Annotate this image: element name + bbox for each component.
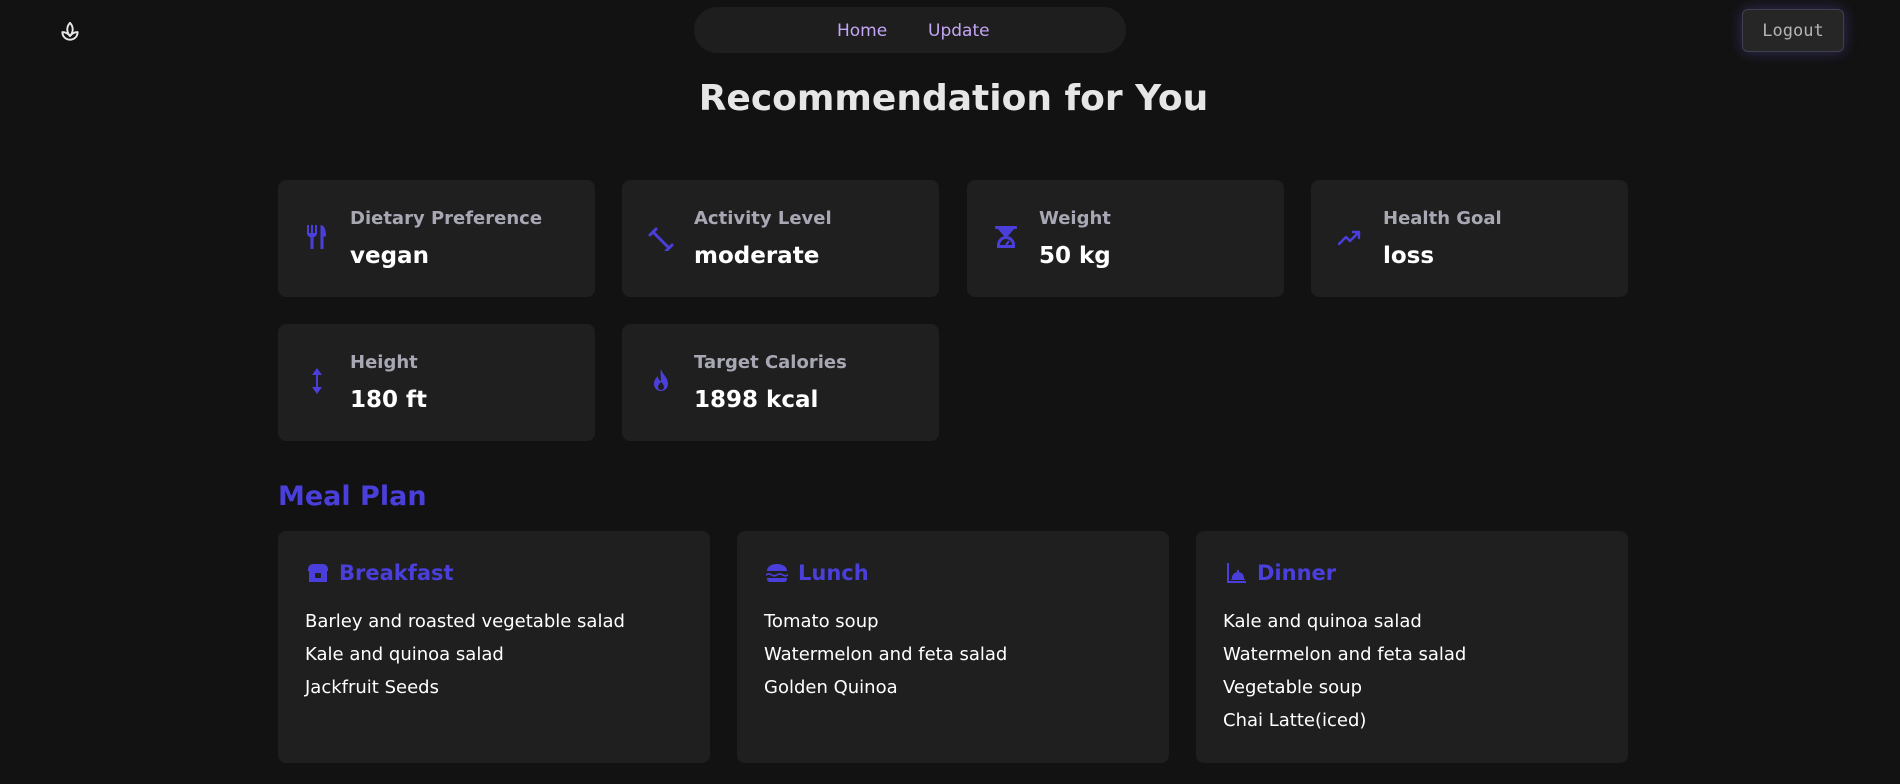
meal-items-list: Barley and roasted vegetable salad Kale … <box>305 605 625 704</box>
plate-icon <box>1227 563 1246 583</box>
flame-icon <box>654 369 668 391</box>
meal-card-header: Breakfast <box>306 560 454 586</box>
vertical-arrows-icon <box>312 368 322 394</box>
utensils-icon <box>307 225 326 249</box>
stat-card-health-goal: Health Goal loss <box>1311 180 1628 297</box>
lotus-icon <box>61 21 79 41</box>
stat-label: Activity Level <box>694 208 832 229</box>
meal-items-list: Tomato soup Watermelon and feta salad Go… <box>764 605 1007 704</box>
stat-value: loss <box>1383 243 1435 269</box>
nav-link-home[interactable]: Home <box>837 21 887 41</box>
meal-item: Tomato soup <box>764 611 879 632</box>
stat-card-activity-level: Activity Level moderate <box>622 180 939 297</box>
stat-value: vegan <box>350 243 429 269</box>
stat-label: Dietary Preference <box>350 208 543 229</box>
stat-value: 180 ft <box>350 387 428 413</box>
meal-item: Chai Latte(iced) <box>1223 710 1367 731</box>
stat-value: 50 kg <box>1039 243 1111 269</box>
nav-link-update[interactable]: Update <box>928 21 990 41</box>
toaster-icon <box>308 564 328 582</box>
stat-label: Weight <box>1039 208 1111 229</box>
meal-title: Dinner <box>1257 561 1337 585</box>
meal-items-list: Kale and quinoa salad Watermelon and fet… <box>1223 605 1466 737</box>
stat-card-weight: Weight 50 kg <box>967 180 1284 297</box>
meal-title: Lunch <box>798 561 869 585</box>
meal-card-header: Lunch <box>765 560 869 586</box>
stat-label: Height <box>350 352 418 373</box>
meal-item: Vegetable soup <box>1223 677 1363 698</box>
meal-item: Kale and quinoa salad <box>1223 611 1422 632</box>
meal-item: Watermelon and feta salad <box>764 644 1008 665</box>
stat-value: 1898 kcal <box>694 387 819 413</box>
stat-card-height: Height 180 ft <box>278 324 595 441</box>
nav-pill <box>694 7 1126 53</box>
meal-item: Golden Quinoa <box>764 677 898 698</box>
meal-card-header: Dinner <box>1224 560 1336 586</box>
meal-plan-title: Meal Plan <box>278 481 427 512</box>
page-title: Recommendation for You <box>698 78 1209 119</box>
meal-item: Kale and quinoa salad <box>305 644 504 665</box>
weight-scale-icon <box>995 226 1017 248</box>
stat-label: Target Calories <box>694 352 847 373</box>
meal-card-breakfast: Breakfast Barley and roasted vegetable s… <box>278 531 710 763</box>
stat-card-dietary-preference: Dietary Preference vegan <box>278 180 595 297</box>
logout-button[interactable]: Logout <box>1742 9 1844 52</box>
meal-card-dinner: Dinner Kale and quinoa salad Watermelon … <box>1196 531 1628 763</box>
stat-card-target-calories: Target Calories 1898 kcal <box>622 324 939 441</box>
meal-item: Watermelon and feta salad <box>1223 644 1467 665</box>
trend-up-icon <box>1337 230 1361 246</box>
meal-title: Breakfast <box>339 561 454 585</box>
dumbbell-icon <box>648 227 674 251</box>
stat-value: moderate <box>694 243 820 269</box>
meal-card-lunch: Lunch Tomato soup Watermelon and feta sa… <box>737 531 1169 763</box>
stat-label: Health Goal <box>1383 208 1502 229</box>
meal-item: Barley and roasted vegetable salad <box>305 611 625 632</box>
meal-item: Jackfruit Seeds <box>305 677 439 698</box>
burger-icon <box>766 564 788 582</box>
